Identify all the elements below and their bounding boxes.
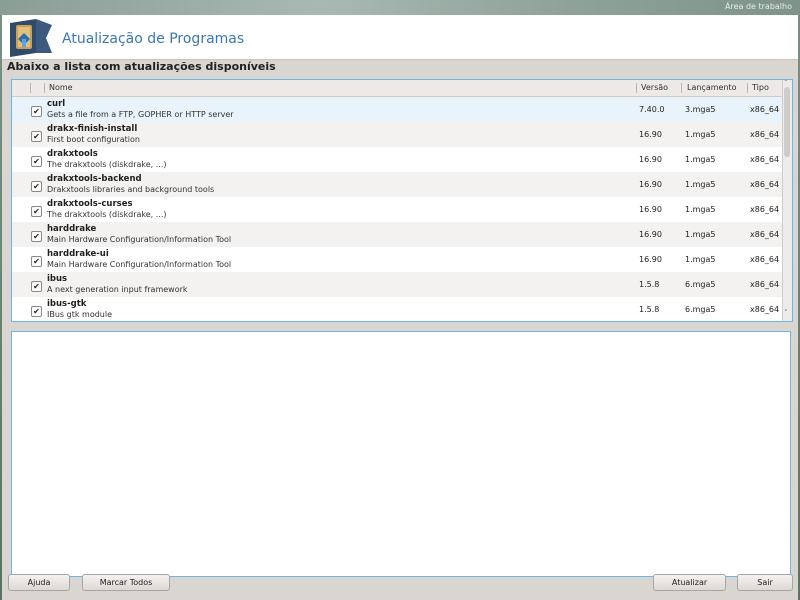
row-checkbox[interactable]: ✔ [31,181,42,192]
package-arch: x86_64 [750,230,780,239]
scroll-up-icon[interactable]: ˄ [784,80,788,87]
package-name: harddrake [47,224,97,234]
package-version: 16.90 [639,230,662,239]
package-version: 1.5.8 [639,280,660,289]
updates-list[interactable]: Nome Versão Lançamento Tipo ✔ curl Gets … [11,79,793,322]
package-release: 6.mga5 [685,280,716,289]
package-release: 1.mga5 [685,205,716,214]
table-row[interactable]: ✔ drakx-finish-install First boot config… [12,122,782,147]
table-row[interactable]: ✔ ibus-gtk IBus gtk module 1.5.8 6.mga5 … [12,297,782,321]
package-name: drakx-finish-install [47,124,138,134]
package-arch: x86_64 [750,130,780,139]
desktop-label: Área de trabalho [725,2,792,11]
package-arch: x86_64 [750,255,780,264]
select-all-button[interactable]: Marcar Todos [82,574,170,591]
package-description: IBus gtk module [47,310,112,319]
package-description: The drakxtools (diskdrake, ...) [47,160,167,169]
package-arch: x86_64 [750,105,780,114]
package-arch: x86_64 [750,155,780,164]
table-row[interactable]: ✔ harddrake Main Hardware Configuration/… [12,222,782,247]
column-separator [681,83,682,93]
column-version[interactable]: Versão [641,83,668,92]
column-arch[interactable]: Tipo [752,83,769,92]
package-version: 16.90 [639,205,662,214]
package-description: Drakxtools libraries and background tool… [47,185,215,194]
package-description: Main Hardware Configuration/Information … [47,235,232,244]
row-checkbox[interactable]: ✔ [31,256,42,267]
package-version: 7.40.0 [639,105,665,114]
table-row[interactable]: ✔ harddrake-ui Main Hardware Configurati… [12,247,782,272]
column-separator [30,83,31,93]
software-package-icon [10,19,52,57]
row-checkbox[interactable]: ✔ [31,206,42,217]
row-checkbox[interactable]: ✔ [31,131,42,142]
table-row[interactable]: ✔ drakxtools-backend Drakxtools librarie… [12,172,782,197]
column-separator [636,83,637,93]
row-checkbox[interactable]: ✔ [31,106,42,117]
column-name[interactable]: Nome [49,83,73,92]
list-rows: ✔ curl Gets a file from a FTP, GOPHER or… [12,97,782,321]
package-version: 16.90 [639,180,662,189]
package-name: drakxtools [47,149,98,159]
package-description: The drakxtools (diskdrake, ...) [47,210,167,219]
list-scrollbar[interactable]: ˄ ˅ [782,80,792,321]
package-description: A next generation input framework [47,285,188,294]
package-version: 16.90 [639,130,662,139]
window-header: Atualização de Programas [2,15,798,60]
package-version: 16.90 [639,155,662,164]
table-row[interactable]: ✔ curl Gets a file from a FTP, GOPHER or… [12,97,782,122]
package-name: curl [47,99,66,109]
help-button[interactable]: Ajuda [8,574,70,591]
package-arch: x86_64 [750,180,780,189]
package-name: ibus-gtk [47,299,87,309]
table-row[interactable]: ✔ ibus A next generation input framework… [12,272,782,297]
package-name: ibus [47,274,68,284]
package-release: 1.mga5 [685,180,716,189]
row-checkbox[interactable]: ✔ [31,306,42,317]
package-arch: x86_64 [750,280,780,289]
package-release: 1.mga5 [685,230,716,239]
package-name: harddrake-ui [47,249,109,259]
package-version: 1.5.8 [639,305,660,314]
quit-button[interactable]: Sair [737,574,793,591]
package-name: drakxtools-curses [47,199,133,209]
list-column-header: Nome Versão Lançamento Tipo [12,80,782,97]
package-arch: x86_64 [750,205,780,214]
column-release[interactable]: Lançamento [687,83,737,92]
package-description: First boot configuration [47,135,140,144]
app-title: Atualização de Programas [62,31,245,47]
package-release: 1.mga5 [685,255,716,264]
row-checkbox[interactable]: ✔ [31,281,42,292]
update-window: Atualização de Programas Abaixo a lista … [2,15,798,600]
package-description: Main Hardware Configuration/Information … [47,260,232,269]
page-subtitle: Abaixo a lista com atualizações disponív… [7,60,276,73]
package-version: 16.90 [639,255,662,264]
package-release: 6.mga5 [685,305,716,314]
package-arch: x86_64 [750,305,780,314]
package-name: drakxtools-backend [47,174,142,184]
row-checkbox[interactable]: ✔ [31,156,42,167]
column-separator [44,83,45,93]
package-description: Gets a file from a FTP, GOPHER or HTTP s… [47,110,234,119]
table-row[interactable]: ✔ drakxtools-curses The drakxtools (disk… [12,197,782,222]
package-release: 3.mga5 [685,105,716,114]
update-button[interactable]: Atualizar [653,574,726,591]
package-release: 1.mga5 [685,155,716,164]
scroll-down-icon[interactable]: ˅ [784,309,788,317]
package-release: 1.mga5 [685,130,716,139]
table-row[interactable]: ✔ drakxtools The drakxtools (diskdrake, … [12,147,782,172]
package-details-pane[interactable] [11,331,791,577]
scrollbar-thumb[interactable] [784,87,790,157]
desktop-top-strip: Área de trabalho [0,0,800,15]
column-separator [747,83,748,93]
row-checkbox[interactable]: ✔ [31,231,42,242]
